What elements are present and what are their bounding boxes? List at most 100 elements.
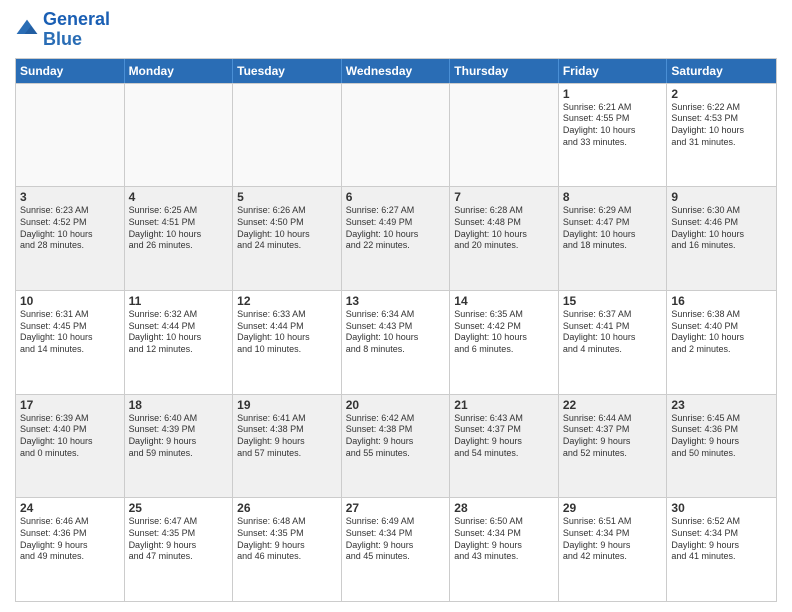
day-number: 23 bbox=[671, 398, 772, 412]
day-cell-14: 14Sunrise: 6:35 AM Sunset: 4:42 PM Dayli… bbox=[450, 291, 559, 394]
day-info: Sunrise: 6:48 AM Sunset: 4:35 PM Dayligh… bbox=[237, 516, 337, 563]
day-number: 9 bbox=[671, 190, 772, 204]
header-day-tuesday: Tuesday bbox=[233, 59, 342, 83]
day-cell-1: 1Sunrise: 6:21 AM Sunset: 4:55 PM Daylig… bbox=[559, 84, 668, 187]
day-cell-8: 8Sunrise: 6:29 AM Sunset: 4:47 PM Daylig… bbox=[559, 187, 668, 290]
day-number: 26 bbox=[237, 501, 337, 515]
day-number: 24 bbox=[20, 501, 120, 515]
day-info: Sunrise: 6:31 AM Sunset: 4:45 PM Dayligh… bbox=[20, 309, 120, 356]
day-info: Sunrise: 6:46 AM Sunset: 4:36 PM Dayligh… bbox=[20, 516, 120, 563]
day-number: 11 bbox=[129, 294, 229, 308]
day-info: Sunrise: 6:22 AM Sunset: 4:53 PM Dayligh… bbox=[671, 102, 772, 149]
header-day-friday: Friday bbox=[559, 59, 668, 83]
header-day-monday: Monday bbox=[125, 59, 234, 83]
day-cell-24: 24Sunrise: 6:46 AM Sunset: 4:36 PM Dayli… bbox=[16, 498, 125, 601]
day-cell-2: 2Sunrise: 6:22 AM Sunset: 4:53 PM Daylig… bbox=[667, 84, 776, 187]
day-info: Sunrise: 6:45 AM Sunset: 4:36 PM Dayligh… bbox=[671, 413, 772, 460]
day-info: Sunrise: 6:29 AM Sunset: 4:47 PM Dayligh… bbox=[563, 205, 663, 252]
day-cell-30: 30Sunrise: 6:52 AM Sunset: 4:34 PM Dayli… bbox=[667, 498, 776, 601]
empty-cell bbox=[16, 84, 125, 187]
day-info: Sunrise: 6:43 AM Sunset: 4:37 PM Dayligh… bbox=[454, 413, 554, 460]
day-info: Sunrise: 6:28 AM Sunset: 4:48 PM Dayligh… bbox=[454, 205, 554, 252]
empty-cell bbox=[450, 84, 559, 187]
day-info: Sunrise: 6:51 AM Sunset: 4:34 PM Dayligh… bbox=[563, 516, 663, 563]
day-info: Sunrise: 6:23 AM Sunset: 4:52 PM Dayligh… bbox=[20, 205, 120, 252]
day-info: Sunrise: 6:52 AM Sunset: 4:34 PM Dayligh… bbox=[671, 516, 772, 563]
day-number: 10 bbox=[20, 294, 120, 308]
day-info: Sunrise: 6:25 AM Sunset: 4:51 PM Dayligh… bbox=[129, 205, 229, 252]
header-day-wednesday: Wednesday bbox=[342, 59, 451, 83]
day-info: Sunrise: 6:40 AM Sunset: 4:39 PM Dayligh… bbox=[129, 413, 229, 460]
day-info: Sunrise: 6:39 AM Sunset: 4:40 PM Dayligh… bbox=[20, 413, 120, 460]
day-number: 18 bbox=[129, 398, 229, 412]
day-cell-17: 17Sunrise: 6:39 AM Sunset: 4:40 PM Dayli… bbox=[16, 395, 125, 498]
day-number: 13 bbox=[346, 294, 446, 308]
day-cell-22: 22Sunrise: 6:44 AM Sunset: 4:37 PM Dayli… bbox=[559, 395, 668, 498]
header: General Blue bbox=[15, 10, 777, 50]
day-cell-5: 5Sunrise: 6:26 AM Sunset: 4:50 PM Daylig… bbox=[233, 187, 342, 290]
day-number: 12 bbox=[237, 294, 337, 308]
day-number: 8 bbox=[563, 190, 663, 204]
day-cell-23: 23Sunrise: 6:45 AM Sunset: 4:36 PM Dayli… bbox=[667, 395, 776, 498]
header-day-saturday: Saturday bbox=[667, 59, 776, 83]
day-cell-10: 10Sunrise: 6:31 AM Sunset: 4:45 PM Dayli… bbox=[16, 291, 125, 394]
day-info: Sunrise: 6:47 AM Sunset: 4:35 PM Dayligh… bbox=[129, 516, 229, 563]
day-number: 19 bbox=[237, 398, 337, 412]
calendar-row-1: 1Sunrise: 6:21 AM Sunset: 4:55 PM Daylig… bbox=[16, 83, 776, 187]
day-number: 17 bbox=[20, 398, 120, 412]
day-info: Sunrise: 6:50 AM Sunset: 4:34 PM Dayligh… bbox=[454, 516, 554, 563]
day-info: Sunrise: 6:26 AM Sunset: 4:50 PM Dayligh… bbox=[237, 205, 337, 252]
day-number: 1 bbox=[563, 87, 663, 101]
calendar: SundayMondayTuesdayWednesdayThursdayFrid… bbox=[15, 58, 777, 602]
day-cell-13: 13Sunrise: 6:34 AM Sunset: 4:43 PM Dayli… bbox=[342, 291, 451, 394]
calendar-row-4: 17Sunrise: 6:39 AM Sunset: 4:40 PM Dayli… bbox=[16, 394, 776, 498]
logo-text: General Blue bbox=[43, 10, 110, 50]
day-cell-16: 16Sunrise: 6:38 AM Sunset: 4:40 PM Dayli… bbox=[667, 291, 776, 394]
day-cell-19: 19Sunrise: 6:41 AM Sunset: 4:38 PM Dayli… bbox=[233, 395, 342, 498]
day-cell-26: 26Sunrise: 6:48 AM Sunset: 4:35 PM Dayli… bbox=[233, 498, 342, 601]
day-cell-27: 27Sunrise: 6:49 AM Sunset: 4:34 PM Dayli… bbox=[342, 498, 451, 601]
day-info: Sunrise: 6:42 AM Sunset: 4:38 PM Dayligh… bbox=[346, 413, 446, 460]
day-number: 27 bbox=[346, 501, 446, 515]
day-number: 7 bbox=[454, 190, 554, 204]
day-number: 20 bbox=[346, 398, 446, 412]
day-cell-3: 3Sunrise: 6:23 AM Sunset: 4:52 PM Daylig… bbox=[16, 187, 125, 290]
day-cell-12: 12Sunrise: 6:33 AM Sunset: 4:44 PM Dayli… bbox=[233, 291, 342, 394]
day-number: 28 bbox=[454, 501, 554, 515]
day-cell-9: 9Sunrise: 6:30 AM Sunset: 4:46 PM Daylig… bbox=[667, 187, 776, 290]
calendar-row-5: 24Sunrise: 6:46 AM Sunset: 4:36 PM Dayli… bbox=[16, 497, 776, 601]
day-number: 15 bbox=[563, 294, 663, 308]
day-number: 21 bbox=[454, 398, 554, 412]
day-cell-4: 4Sunrise: 6:25 AM Sunset: 4:51 PM Daylig… bbox=[125, 187, 234, 290]
empty-cell bbox=[233, 84, 342, 187]
day-info: Sunrise: 6:37 AM Sunset: 4:41 PM Dayligh… bbox=[563, 309, 663, 356]
day-number: 4 bbox=[129, 190, 229, 204]
calendar-header: SundayMondayTuesdayWednesdayThursdayFrid… bbox=[16, 59, 776, 83]
day-info: Sunrise: 6:21 AM Sunset: 4:55 PM Dayligh… bbox=[563, 102, 663, 149]
header-day-thursday: Thursday bbox=[450, 59, 559, 83]
day-number: 16 bbox=[671, 294, 772, 308]
day-cell-18: 18Sunrise: 6:40 AM Sunset: 4:39 PM Dayli… bbox=[125, 395, 234, 498]
day-cell-25: 25Sunrise: 6:47 AM Sunset: 4:35 PM Dayli… bbox=[125, 498, 234, 601]
day-number: 5 bbox=[237, 190, 337, 204]
day-cell-28: 28Sunrise: 6:50 AM Sunset: 4:34 PM Dayli… bbox=[450, 498, 559, 601]
day-number: 3 bbox=[20, 190, 120, 204]
day-cell-6: 6Sunrise: 6:27 AM Sunset: 4:49 PM Daylig… bbox=[342, 187, 451, 290]
day-info: Sunrise: 6:44 AM Sunset: 4:37 PM Dayligh… bbox=[563, 413, 663, 460]
day-number: 25 bbox=[129, 501, 229, 515]
day-info: Sunrise: 6:35 AM Sunset: 4:42 PM Dayligh… bbox=[454, 309, 554, 356]
day-cell-20: 20Sunrise: 6:42 AM Sunset: 4:38 PM Dayli… bbox=[342, 395, 451, 498]
header-day-sunday: Sunday bbox=[16, 59, 125, 83]
empty-cell bbox=[125, 84, 234, 187]
day-number: 29 bbox=[563, 501, 663, 515]
logo: General Blue bbox=[15, 10, 110, 50]
empty-cell bbox=[342, 84, 451, 187]
calendar-row-2: 3Sunrise: 6:23 AM Sunset: 4:52 PM Daylig… bbox=[16, 186, 776, 290]
day-cell-7: 7Sunrise: 6:28 AM Sunset: 4:48 PM Daylig… bbox=[450, 187, 559, 290]
calendar-body: 1Sunrise: 6:21 AM Sunset: 4:55 PM Daylig… bbox=[16, 83, 776, 601]
day-info: Sunrise: 6:41 AM Sunset: 4:38 PM Dayligh… bbox=[237, 413, 337, 460]
page: General Blue SundayMondayTuesdayWednesda… bbox=[0, 0, 792, 612]
day-cell-21: 21Sunrise: 6:43 AM Sunset: 4:37 PM Dayli… bbox=[450, 395, 559, 498]
day-info: Sunrise: 6:30 AM Sunset: 4:46 PM Dayligh… bbox=[671, 205, 772, 252]
day-info: Sunrise: 6:33 AM Sunset: 4:44 PM Dayligh… bbox=[237, 309, 337, 356]
